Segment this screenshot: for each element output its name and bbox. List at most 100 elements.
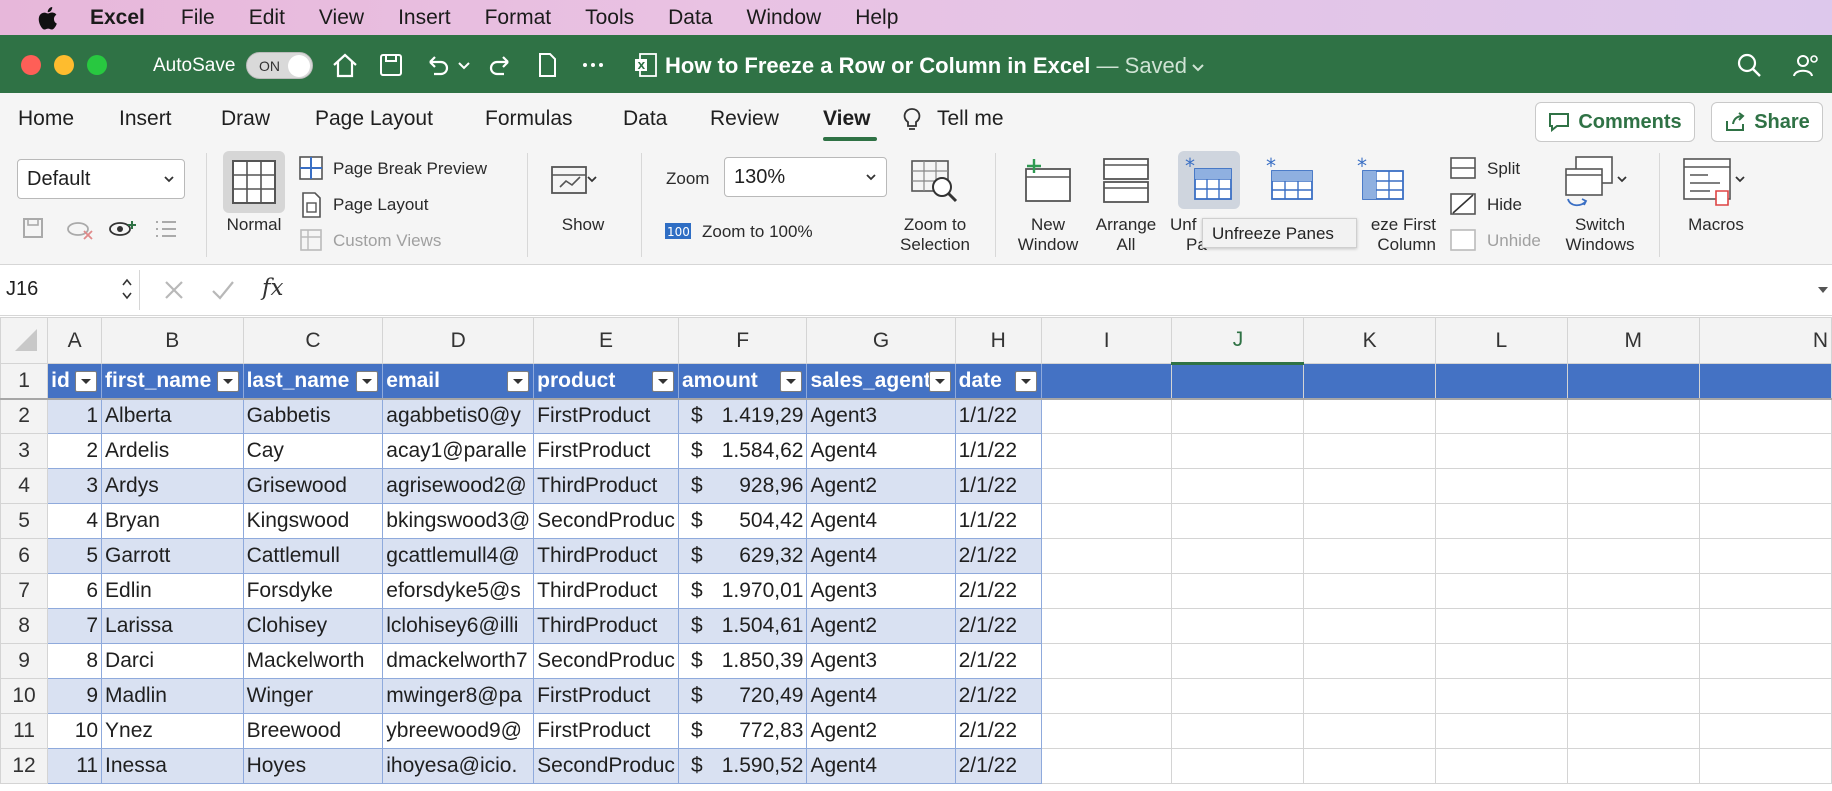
cell-first-name[interactable]: Ardelis xyxy=(101,433,244,469)
cell-first-name[interactable]: Inessa xyxy=(101,748,244,784)
undo-icon[interactable] xyxy=(422,50,452,80)
filter-dropdown-icon[interactable] xyxy=(651,371,674,392)
cell-amount[interactable]: $1.970,01 xyxy=(677,573,808,609)
exit-sheet-view-icon[interactable] xyxy=(66,217,94,241)
row-header[interactable]: 6 xyxy=(0,538,49,574)
menu-app-excel[interactable]: Excel xyxy=(90,6,145,30)
cell-amount[interactable]: $772,83 xyxy=(677,713,808,749)
zoom-100-icon[interactable]: 100 xyxy=(664,221,692,241)
filter-dropdown-icon[interactable] xyxy=(507,371,530,392)
cell[interactable] xyxy=(1566,538,1700,574)
cell-last-name[interactable]: Mackelworth xyxy=(242,643,384,679)
tab-formulas[interactable]: Formulas xyxy=(485,107,573,131)
cell[interactable] xyxy=(1303,678,1436,714)
cell[interactable] xyxy=(1040,573,1173,609)
cell-product[interactable]: ThirdProduct xyxy=(533,468,679,504)
cell-product[interactable]: SecondProduc xyxy=(533,643,679,679)
undo-dropdown-icon[interactable] xyxy=(456,50,472,80)
cell-id[interactable]: 6 xyxy=(47,573,103,609)
column-header-l[interactable]: L xyxy=(1434,317,1568,364)
tab-home[interactable]: Home xyxy=(18,107,74,131)
new-window-icon[interactable] xyxy=(1022,155,1074,205)
cell[interactable] xyxy=(1698,678,1832,714)
cell[interactable] xyxy=(1171,643,1305,679)
column-header-c[interactable]: C xyxy=(242,317,384,364)
cell-amount[interactable]: $1.504,61 xyxy=(677,608,808,644)
cell-id[interactable]: 9 xyxy=(47,678,103,714)
cell[interactable] xyxy=(1434,608,1568,644)
cell-date[interactable]: 2/1/22 xyxy=(954,538,1042,574)
apple-icon[interactable] xyxy=(32,5,62,31)
split-icon[interactable] xyxy=(1450,157,1476,179)
cell[interactable] xyxy=(1040,363,1173,399)
page-break-preview-button[interactable]: Page Break Preview xyxy=(333,159,487,179)
column-header-e[interactable]: E xyxy=(533,317,679,364)
cell-first-name[interactable]: Darci xyxy=(101,643,244,679)
cell-sales-agent[interactable]: Agent4 xyxy=(806,433,956,469)
keep-sheet-view-icon[interactable] xyxy=(20,215,46,241)
cell-last-name[interactable]: Grisewood xyxy=(242,468,384,504)
menu-edit[interactable]: Edit xyxy=(249,6,285,30)
cell[interactable] xyxy=(1040,748,1173,784)
cell[interactable] xyxy=(1040,398,1173,434)
cell-date[interactable]: 1/1/22 xyxy=(954,433,1042,469)
cell-first-name[interactable]: Ynez xyxy=(101,713,244,749)
column-header-j[interactable]: J xyxy=(1171,317,1305,365)
expand-formula-bar-icon[interactable] xyxy=(1816,284,1830,296)
zoom-select[interactable]: 130% xyxy=(724,157,887,197)
cell[interactable] xyxy=(1171,398,1305,434)
cell[interactable] xyxy=(1171,608,1305,644)
cell[interactable] xyxy=(1303,538,1436,574)
filter-dropdown-icon[interactable] xyxy=(216,371,239,392)
search-icon[interactable] xyxy=(1734,50,1764,80)
cell-last-name[interactable]: Cay xyxy=(242,433,384,469)
cell[interactable] xyxy=(1566,713,1700,749)
cell[interactable] xyxy=(1698,433,1832,469)
menu-file[interactable]: File xyxy=(181,6,215,30)
switch-windows-icon[interactable] xyxy=(1562,155,1630,209)
row-header[interactable]: 12 xyxy=(0,748,49,784)
save-icon[interactable] xyxy=(376,50,406,80)
cell[interactable] xyxy=(1303,608,1436,644)
column-header-n[interactable]: N xyxy=(1698,317,1832,364)
header-cell-product[interactable]: product xyxy=(533,363,679,399)
row-header[interactable]: 10 xyxy=(0,678,49,714)
name-box-stepper-icon[interactable] xyxy=(121,276,133,302)
menu-tools[interactable]: Tools xyxy=(585,6,634,30)
cell[interactable] xyxy=(1698,363,1832,399)
tab-view[interactable]: View xyxy=(823,107,870,131)
cell-date[interactable]: 1/1/22 xyxy=(954,398,1042,434)
cell[interactable] xyxy=(1434,503,1568,539)
close-window-button[interactable] xyxy=(21,55,41,75)
cell-product[interactable]: ThirdProduct xyxy=(533,608,679,644)
row-header[interactable]: 3 xyxy=(0,433,49,469)
cell[interactable] xyxy=(1434,398,1568,434)
comments-button[interactable]: Comments xyxy=(1535,102,1695,142)
cell[interactable] xyxy=(1434,363,1568,399)
tell-me-search[interactable]: Tell me xyxy=(937,107,1004,131)
cell-sales-agent[interactable]: Agent2 xyxy=(806,468,956,504)
cell-date[interactable]: 2/1/22 xyxy=(954,573,1042,609)
cell[interactable] xyxy=(1040,713,1173,749)
menu-insert[interactable]: Insert xyxy=(398,6,451,30)
document-title[interactable]: How to Freeze a Row or Column in Excel —… xyxy=(665,53,1205,79)
cell-email[interactable]: bkingswood3@ xyxy=(382,503,535,539)
tab-page-layout[interactable]: Page Layout xyxy=(315,107,433,131)
header-cell-date[interactable]: date xyxy=(954,363,1042,399)
cell[interactable] xyxy=(1434,468,1568,504)
cell-id[interactable]: 3 xyxy=(47,468,103,504)
cell[interactable] xyxy=(1303,398,1436,434)
row-header[interactable]: 11 xyxy=(0,713,49,749)
share-button[interactable]: Share xyxy=(1711,102,1823,142)
filter-dropdown-icon[interactable] xyxy=(356,371,379,392)
cell-amount[interactable]: $1.850,39 xyxy=(677,643,808,679)
more-options-icon[interactable] xyxy=(578,50,608,80)
zoom-to-100-button[interactable]: Zoom to 100% xyxy=(702,222,813,242)
confirm-entry-icon[interactable] xyxy=(210,278,236,302)
worksheet-grid[interactable]: A B C D E F G H I J K L M N 1 id first_n… xyxy=(0,317,1832,791)
cell-sales-agent[interactable]: Agent4 xyxy=(806,748,956,784)
custom-views-button[interactable]: Custom Views xyxy=(333,231,441,251)
cell[interactable] xyxy=(1171,433,1305,469)
cancel-entry-icon[interactable] xyxy=(162,278,186,302)
column-header-h[interactable]: H xyxy=(954,317,1042,364)
